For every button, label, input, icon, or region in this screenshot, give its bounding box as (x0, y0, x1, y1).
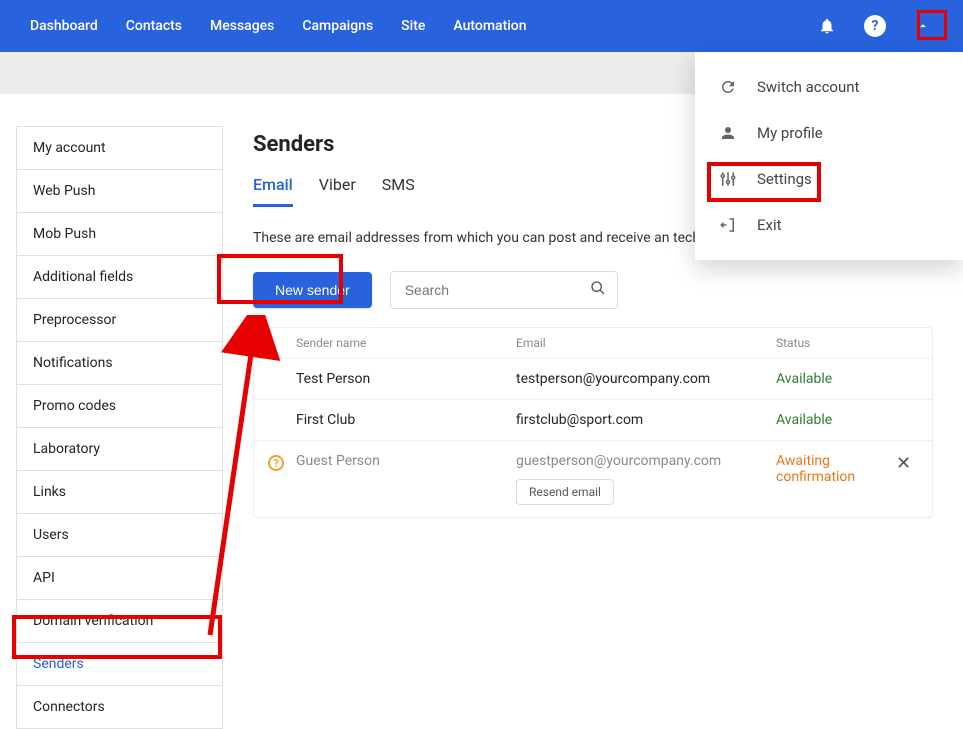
dropdown-settings[interactable]: Settings (695, 156, 963, 202)
sidebar-item-web-push[interactable]: Web Push (17, 170, 222, 213)
dropdown-switch-account[interactable]: Switch account (695, 64, 963, 110)
sidebar-item-additional-fields[interactable]: Additional fields (17, 256, 222, 299)
resend-email-button[interactable]: Resend email (516, 479, 614, 505)
table-header: Sender name Email Status (254, 328, 932, 358)
new-sender-button[interactable]: New sender (253, 272, 372, 308)
user-icon (719, 124, 737, 142)
search-input[interactable] (390, 271, 618, 309)
sidebar-item-api[interactable]: API (17, 557, 222, 600)
help-button[interactable]: ? (859, 10, 891, 42)
th-email: Email (516, 336, 776, 350)
sidebar-item-senders[interactable]: Senders (17, 643, 222, 686)
tab-viber[interactable]: Viber (319, 175, 356, 207)
table-row[interactable]: ? Guest Person guestperson@yourcompany.c… (254, 440, 932, 517)
notifications-button[interactable] (811, 10, 843, 42)
sidebar-item-preprocessor[interactable]: Preprocessor (17, 299, 222, 342)
nav-contacts[interactable]: Contacts (112, 0, 196, 52)
table-row[interactable]: Test Person testperson@yourcompany.com A… (254, 358, 932, 399)
settings-sidebar: My account Web Push Mob Push Additional … (16, 126, 223, 729)
dropdown-my-profile[interactable]: My profile (695, 110, 963, 156)
table-row[interactable]: First Club firstclub@sport.com Available (254, 399, 932, 440)
refresh-icon (719, 78, 737, 96)
dropdown-label: Switch account (757, 78, 859, 96)
nav-campaigns[interactable]: Campaigns (288, 0, 387, 52)
top-nav: Dashboard Contacts Messages Campaigns Si… (0, 0, 963, 52)
dropdown-exit[interactable]: Exit (695, 202, 963, 248)
senders-table: Sender name Email Status Test Person tes… (253, 327, 933, 518)
th-name: Sender name (296, 336, 516, 350)
tab-email[interactable]: Email (253, 175, 293, 207)
nav-dashboard[interactable]: Dashboard (16, 0, 112, 52)
cell-sender-name: First Club (296, 412, 516, 428)
sliders-icon (719, 170, 737, 188)
sidebar-item-connectors[interactable]: Connectors (17, 686, 222, 728)
account-dropdown: Switch account My profile Settings Exit (695, 52, 963, 260)
bell-icon (818, 17, 836, 35)
nav-messages[interactable]: Messages (196, 0, 288, 52)
delete-row-button[interactable]: ✕ (896, 453, 911, 474)
help-icon: ? (864, 15, 886, 37)
cell-sender-name: Guest Person (296, 453, 516, 469)
sidebar-item-promo-codes[interactable]: Promo codes (17, 385, 222, 428)
sidebar-item-links[interactable]: Links (17, 471, 222, 514)
status-badge: Awaiting confirmation (776, 453, 896, 485)
cell-email: testperson@yourcompany.com (516, 371, 776, 387)
exit-icon (719, 216, 737, 234)
sidebar-item-my-account[interactable]: My account (17, 127, 222, 170)
cell-email: guestperson@yourcompany.com (516, 453, 721, 469)
warning-icon: ? (268, 455, 284, 471)
sidebar-item-domain-verification[interactable]: Domain verification (17, 600, 222, 643)
cell-email: firstclub@sport.com (516, 412, 776, 428)
sidebar-item-mob-push[interactable]: Mob Push (17, 213, 222, 256)
status-badge: Available (776, 412, 896, 428)
nav-automation[interactable]: Automation (439, 0, 540, 52)
account-menu-toggle[interactable] (907, 10, 939, 42)
dropdown-label: My profile (757, 124, 823, 142)
cell-sender-name: Test Person (296, 371, 516, 387)
nav-site[interactable]: Site (387, 0, 439, 52)
chevron-up-icon (916, 19, 930, 33)
th-status: Status (776, 336, 896, 350)
tab-sms[interactable]: SMS (382, 175, 415, 207)
dropdown-label: Exit (757, 216, 782, 234)
dropdown-label: Settings (757, 170, 812, 188)
sidebar-item-notifications[interactable]: Notifications (17, 342, 222, 385)
search-icon (590, 280, 606, 300)
status-badge: Available (776, 371, 896, 387)
sidebar-item-users[interactable]: Users (17, 514, 222, 557)
sidebar-item-laboratory[interactable]: Laboratory (17, 428, 222, 471)
